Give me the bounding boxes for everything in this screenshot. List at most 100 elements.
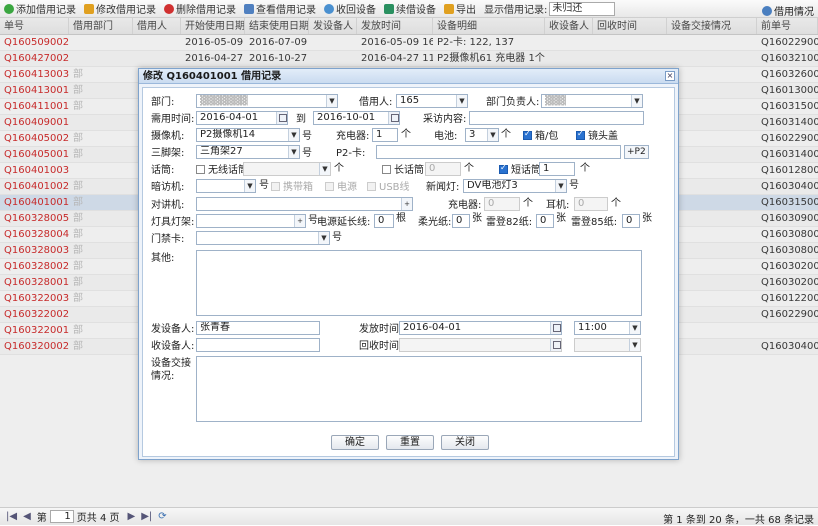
paper82-label: 雷登82纸: — [486, 217, 533, 228]
camera-unit: 号 — [302, 131, 312, 142]
paper85-count[interactable]: 0 — [622, 214, 640, 228]
borrow-status-button[interactable]: 借用情况 — [762, 3, 814, 18]
page-input[interactable]: 1 — [49, 510, 74, 523]
calendar-icon[interactable] — [550, 339, 561, 351]
calendar-icon[interactable] — [550, 322, 561, 334]
close-icon[interactable]: × — [665, 71, 675, 81]
user-select[interactable]: 165 ▼ — [396, 94, 468, 108]
paper82-count[interactable]: 0 — [536, 214, 554, 228]
ok-button[interactable]: 确定 — [331, 435, 379, 450]
chevron-down-icon: ▼ — [555, 180, 566, 192]
export-button[interactable]: 导出 — [444, 1, 476, 16]
renew-device-button[interactable]: 续借设备 — [384, 1, 436, 16]
wireless-mic-checkbox[interactable] — [196, 165, 205, 174]
interview-input[interactable] — [469, 111, 644, 125]
power-ext-count[interactable]: 0 — [374, 214, 394, 228]
reset-button[interactable]: 重置 — [386, 435, 434, 450]
short-mic-checkbox[interactable] — [499, 163, 508, 174]
receiver-input[interactable] — [196, 338, 320, 352]
total-pages: 页共 4 页 — [76, 513, 120, 524]
short-mic-count[interactable]: 1 — [539, 162, 575, 176]
dark-mic-select[interactable]: ▼ — [196, 179, 256, 193]
handover-textarea[interactable] — [196, 356, 642, 422]
long-unit: 个 — [464, 163, 474, 174]
charger2-count[interactable]: 0 — [484, 197, 520, 211]
chevron-down-icon: ▼ — [456, 95, 467, 107]
chevron-down-icon: ▼ — [631, 95, 642, 107]
battery-select[interactable]: 3 ▼ — [465, 128, 499, 142]
soft-paper-label: 柔光纸: — [418, 217, 452, 228]
camera-select[interactable]: P2摄像机14 ▼ — [196, 128, 300, 142]
dept-select[interactable]: ▓▓▓▓▓▓▓ ▼ — [196, 94, 338, 108]
pager: |◀ ◀ 第 1 页共 4 页 ▶ ▶| ⟳ 第 1 条到 20 条，一共 68… — [0, 507, 818, 526]
close-button[interactable]: 关闭 — [441, 435, 489, 450]
long-mic-label: 长话筒 — [394, 165, 424, 176]
user-label: 借用人: — [359, 97, 393, 108]
export-icon — [444, 3, 454, 14]
first-page-button[interactable]: |◀ — [6, 511, 17, 522]
issue-clock-select[interactable]: 11:00 ▼ — [574, 321, 641, 335]
recover-date-input[interactable] — [399, 338, 562, 352]
dept-head-select[interactable]: ▓▓▓ ▼ — [541, 94, 643, 108]
wireless-mic-select[interactable]: ▼ — [243, 162, 331, 176]
earphone-count[interactable]: 0 — [574, 197, 608, 211]
start-date-input[interactable]: 2016-04-01 — [196, 111, 288, 125]
view-record-button[interactable]: 查看借用记录 — [244, 1, 316, 16]
prev-page-button[interactable]: ◀ — [23, 511, 31, 522]
soft-paper-unit: 张 — [472, 213, 482, 224]
end-date-input[interactable]: 2016-10-01 — [313, 111, 400, 125]
box-checkbox[interactable] — [523, 129, 532, 140]
news-light-label: 新闻灯: — [426, 182, 460, 193]
toolbar: 添加借用记录 修改借用记录 删除借用记录 查看借用记录 收回设备 续借设备 导出… — [0, 0, 818, 18]
edit-record-button[interactable]: 修改借用记录 — [84, 1, 156, 16]
box-label: 箱/包 — [535, 131, 559, 142]
add-p2-button[interactable]: +P2 — [624, 145, 649, 159]
long-mic-count[interactable]: 0 — [425, 162, 461, 176]
calendar-icon[interactable] — [276, 112, 287, 124]
paper85-unit: 张 — [642, 213, 652, 224]
add-icon — [4, 3, 14, 14]
camera-label: 摄像机: — [151, 131, 185, 142]
battery-unit: 个 — [501, 129, 511, 140]
p2card-input[interactable] — [376, 145, 621, 159]
handover-label: 设备交接情况: — [151, 358, 191, 382]
dialog-body: 部门: ▓▓▓▓▓▓▓ ▼ 借用人: 165 ▼ 部门负责人: ▓▓▓ ▼ 需用时间:… — [142, 87, 675, 457]
charger-count-input[interactable]: 1 — [372, 128, 398, 142]
recover-clock-select[interactable]: ▼ — [574, 338, 641, 352]
display-select[interactable]: 未归还 — [549, 1, 616, 16]
usb-checkbox[interactable] — [367, 182, 376, 191]
tripod-select[interactable]: 三角架27 ▼ — [196, 145, 300, 159]
news-light-select[interactable]: DV电池灯3 ▼ — [463, 179, 567, 193]
edit-record-dialog: 修改 Q160401001 借用记录 × 部门: ▓▓▓▓▓▓▓ ▼ 借用人: 1… — [138, 68, 679, 460]
long-mic-checkbox[interactable] — [382, 165, 391, 174]
add-record-button[interactable]: 添加借用记录 — [4, 1, 76, 16]
intercom-input[interactable]: + — [196, 197, 413, 211]
user-icon — [762, 5, 772, 16]
charger2-label: 充电器: — [448, 200, 482, 211]
power-label: 电源 — [337, 182, 357, 193]
usb-label: USB线 — [379, 182, 410, 193]
handheld-checkbox[interactable] — [271, 182, 280, 191]
lens-cap-checkbox[interactable] — [576, 129, 585, 140]
light-stand-input[interactable]: + — [196, 214, 306, 228]
other-textarea[interactable] — [196, 250, 642, 316]
chevron-down-icon: ▼ — [318, 232, 329, 244]
issuer-input[interactable]: 张青春 — [196, 321, 320, 335]
wireless-unit: 个 — [334, 163, 344, 174]
next-page-button[interactable]: ▶ — [128, 511, 136, 522]
recover-icon — [324, 3, 334, 14]
refresh-icon[interactable]: ⟳ — [158, 511, 166, 522]
recover-device-button[interactable]: 收回设备 — [324, 1, 376, 16]
tripod-label: 三脚架: — [151, 148, 185, 159]
power-checkbox[interactable] — [325, 182, 334, 191]
soft-paper-count[interactable]: 0 — [452, 214, 470, 228]
door-card-select[interactable]: ▼ — [196, 231, 330, 245]
dialog-title: 修改 Q160401001 借用记录 — [139, 69, 678, 84]
delete-record-button[interactable]: 删除借用记录 — [164, 1, 236, 16]
last-page-button[interactable]: ▶| — [141, 511, 152, 522]
renew-icon — [384, 3, 394, 14]
issue-date-input[interactable]: 2016-04-01 — [399, 321, 562, 335]
dept-label: 部门: — [151, 97, 175, 108]
battery-label: 电池: — [434, 131, 458, 142]
calendar-icon[interactable] — [388, 112, 399, 124]
